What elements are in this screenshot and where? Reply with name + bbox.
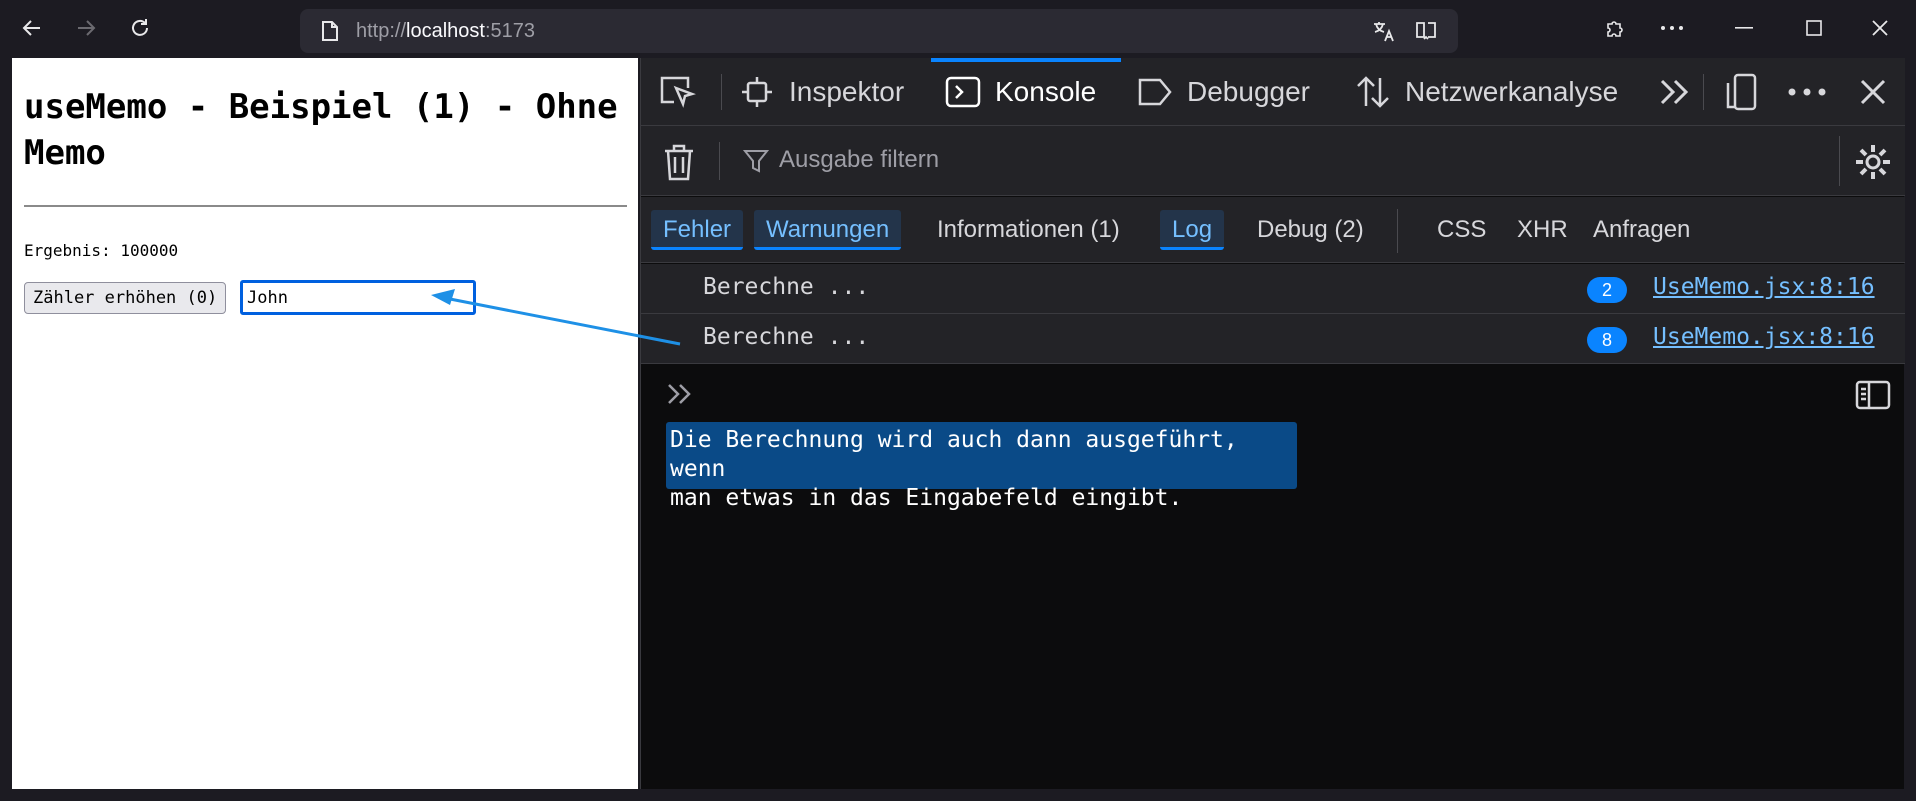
window-bottom-edge xyxy=(0,789,1916,801)
horizontal-rule xyxy=(24,205,627,207)
message-source-link[interactable]: UseMemo.jsx:8:16 xyxy=(1653,274,1875,300)
console-message: Berechne ... 8 UseMemo.jsx:8:16 xyxy=(641,314,1905,364)
tab-inspector[interactable]: Inspektor xyxy=(737,58,904,126)
tab-console-label: Konsole xyxy=(995,76,1097,107)
filter-requests-button[interactable]: Anfragen xyxy=(1581,210,1702,250)
tab-inspector-label: Inspektor xyxy=(789,76,905,107)
message-source-link[interactable]: UseMemo.jsx:8:16 xyxy=(1653,324,1875,350)
minimize-icon[interactable] xyxy=(1724,8,1764,48)
toolbar-separator xyxy=(721,74,722,110)
result-text: Ergebnis: 100000 xyxy=(24,241,179,260)
devtools-panel: Inspektor Konsole Debugger Netzwerkanaly… xyxy=(640,58,1905,789)
browser-titlebar: http://localhost:5173 xyxy=(0,0,1916,58)
reader-view-icon[interactable] xyxy=(1414,19,1438,43)
url-text: http://localhost:5173 xyxy=(356,19,536,42)
tab-console[interactable]: Konsole xyxy=(943,58,1096,126)
devtools-menu-dots-icon[interactable] xyxy=(1787,58,1839,126)
increment-counter-button[interactable]: Zähler erhöhen (0) xyxy=(24,282,227,314)
page-title: useMemo - Beispiel (1) - Ohne Memo xyxy=(24,87,618,173)
web-page: useMemo - Beispiel (1) - Ohne Memo Ergeb… xyxy=(12,58,638,789)
reload-icon[interactable] xyxy=(120,8,160,48)
network-arrows-icon xyxy=(1353,72,1393,112)
filter-funnel-icon xyxy=(742,148,770,174)
filter-debug-button[interactable]: Debug (2) xyxy=(1245,210,1376,250)
editor-mode-toggle-icon[interactable] xyxy=(1855,380,1891,410)
responsive-design-icon[interactable] xyxy=(1723,58,1775,126)
close-window-icon[interactable] xyxy=(1860,8,1900,48)
tab-debugger-label: Debugger xyxy=(1187,76,1310,107)
tab-network[interactable]: Netzwerkanalyse xyxy=(1353,58,1618,126)
console-settings-gear-icon[interactable] xyxy=(1853,142,1893,182)
log-level-filter-bar: Fehler Warnungen Informationen (1) Log D… xyxy=(641,197,1905,263)
translate-icon[interactable] xyxy=(1372,19,1396,43)
filter-separator xyxy=(1839,136,1840,186)
annotation-line: Die Berechnung wird auch dann ausgeführt… xyxy=(670,427,1238,482)
annotation-callout: Die Berechnung wird auch dann ausgeführt… xyxy=(666,422,1297,511)
devtools-close-icon[interactable] xyxy=(1853,58,1905,126)
annotation-line: man etwas in das Eingabefeld eingibt. xyxy=(670,485,1183,511)
toolbar-separator xyxy=(1703,74,1704,110)
console-message: Berechne ... 2 UseMemo.jsx:8:16 xyxy=(641,264,1905,314)
back-arrow-icon[interactable] xyxy=(12,8,52,48)
message-repeat-count-badge: 8 xyxy=(1587,327,1627,353)
tab-debugger[interactable]: Debugger xyxy=(1135,58,1310,126)
page-icon xyxy=(318,19,342,43)
console-message-text: Berechne ... xyxy=(703,274,870,300)
tools-overflow-chevron-icon[interactable] xyxy=(1655,58,1707,126)
debugger-icon xyxy=(1135,72,1175,112)
filter-separator xyxy=(719,142,720,180)
filter-output-input[interactable]: Ausgabe filtern xyxy=(779,142,939,178)
filter-log-button[interactable]: Log xyxy=(1160,210,1225,250)
filter-css-button[interactable]: CSS xyxy=(1425,210,1498,250)
name-input[interactable] xyxy=(240,280,476,315)
menu-dots-icon[interactable] xyxy=(1652,8,1692,48)
clear-console-trash-icon[interactable] xyxy=(661,142,697,182)
filter-errors-button[interactable]: Fehler xyxy=(651,210,744,250)
filter-xhr-button[interactable]: XHR xyxy=(1505,210,1580,250)
filter-warnings-button[interactable]: Warnungen xyxy=(754,210,902,250)
devtools-toolbar: Inspektor Konsole Debugger Netzwerkanaly… xyxy=(641,58,1905,126)
inspector-icon xyxy=(737,72,777,112)
level-separator xyxy=(1397,209,1398,253)
console-icon xyxy=(943,72,983,112)
console-message-text: Berechne ... xyxy=(703,324,870,350)
element-picker-icon[interactable] xyxy=(657,58,709,126)
extensions-puzzle-icon[interactable] xyxy=(1596,8,1636,48)
filter-info-button[interactable]: Informationen (1) xyxy=(925,210,1132,250)
message-repeat-count-badge: 2 xyxy=(1587,277,1627,303)
url-bar[interactable]: http://localhost:5173 xyxy=(300,9,1458,53)
console-prompt-chevron-icon[interactable] xyxy=(665,379,695,409)
tab-network-label: Netzwerkanalyse xyxy=(1405,76,1619,107)
console-filter-bar: Ausgabe filtern xyxy=(641,126,1905,196)
forward-arrow-icon[interactable] xyxy=(66,8,106,48)
maximize-icon[interactable] xyxy=(1794,8,1834,48)
